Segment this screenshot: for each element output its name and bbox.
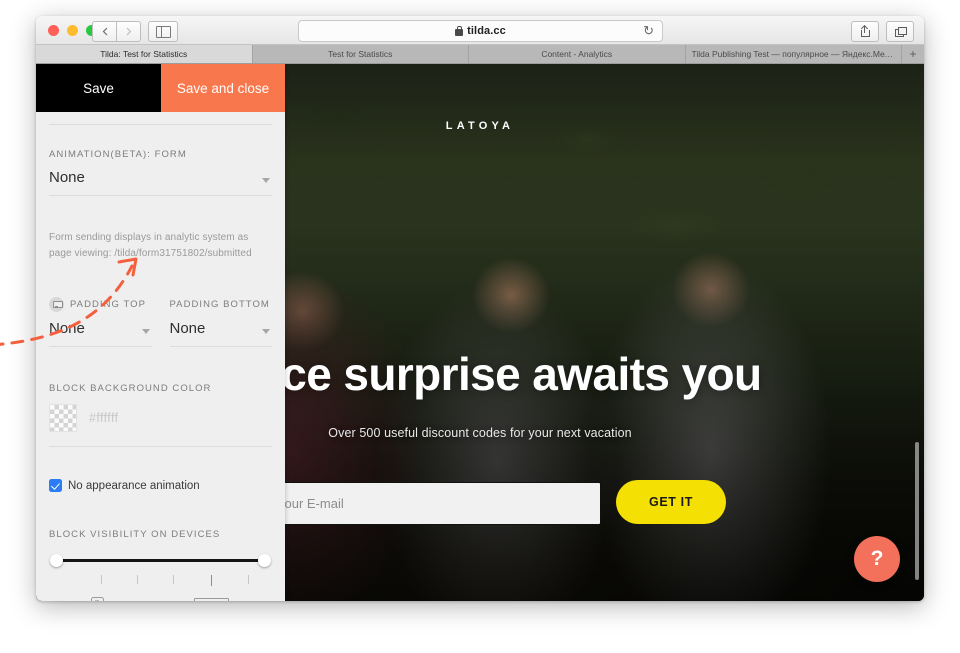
- panel-body: ANIMATION(BETA): FORM None Form sending …: [36, 124, 285, 601]
- chevron-left-icon: [102, 27, 107, 36]
- forward-button[interactable]: [116, 21, 141, 42]
- slider-track: [57, 559, 264, 562]
- chevron-right-icon: [126, 27, 131, 36]
- save-and-close-button[interactable]: Save and close: [161, 64, 285, 112]
- padding-top-field: PADDING TOP None: [49, 296, 152, 347]
- padding-top-header: PADDING TOP: [49, 296, 152, 312]
- browser-tab-label: Tilda Publishing Test — популярное — Янд…: [691, 49, 896, 59]
- no-appearance-animation-checkbox[interactable]: No appearance animation: [49, 479, 272, 492]
- padding-bottom-header: PADDING BOTTOM: [170, 297, 273, 311]
- block-settings-panel: Save Save and close ANIMATION(BETA): FOR…: [36, 64, 285, 601]
- tabs-overview-icon: [894, 26, 907, 37]
- animation-field-label: ANIMATION(BETA): FORM: [49, 149, 187, 160]
- color-swatch-row: #ffffff: [49, 404, 272, 432]
- animation-select[interactable]: None: [49, 169, 272, 196]
- new-tab-button[interactable]: +: [902, 45, 924, 63]
- browser-viewport: LATOYA Your E-mail A nice surprise await…: [36, 64, 924, 601]
- share-button[interactable]: [851, 21, 879, 42]
- reload-icon[interactable]: ↻: [643, 24, 654, 38]
- url-text: tilda.cc: [467, 25, 506, 37]
- color-swatch[interactable]: [49, 404, 77, 432]
- save-button[interactable]: Save: [36, 64, 161, 112]
- padding-bottom-label: PADDING BOTTOM: [169, 298, 270, 310]
- visibility-range-slider[interactable]: [49, 552, 272, 574]
- slider-tick: [211, 575, 212, 586]
- address-bar[interactable]: tilda.cc ↻: [298, 20, 663, 42]
- block-visibility-field: BLOCK VISIBILITY ON DEVICES: [49, 529, 272, 601]
- get-it-button[interactable]: GET IT: [616, 480, 726, 524]
- lock-icon: [455, 25, 464, 36]
- browser-tab-label: Tilda: Test for Statistics: [100, 49, 188, 59]
- no-appearance-animation-label: No appearance animation: [68, 479, 200, 492]
- help-button[interactable]: ?: [854, 536, 900, 582]
- browser-tab-label: Content - Analytics: [541, 49, 613, 59]
- device-icons-row: [49, 594, 272, 601]
- browser-window: tilda.cc ↻ Tilda: Test for Statistics Te…: [36, 16, 924, 601]
- slider-tick: [248, 575, 249, 584]
- page-scrollbar[interactable]: [915, 442, 919, 580]
- block-visibility-label: BLOCK VISIBILITY ON DEVICES: [49, 529, 221, 540]
- email-input[interactable]: Your E-mail: [250, 482, 601, 525]
- slider-handle-left[interactable]: [50, 554, 63, 567]
- padding-bottom-select[interactable]: None: [169, 320, 272, 347]
- browser-tab-2[interactable]: Test for Statistics: [252, 45, 469, 63]
- desktop-monitor-icon: [49, 296, 64, 312]
- slider-tick: [137, 575, 138, 584]
- browser-right-tools: [851, 21, 914, 42]
- block-background-color-label: BLOCK BACKGROUND COLOR: [49, 383, 212, 394]
- close-window-button[interactable]: [48, 25, 59, 36]
- sidebar-toggle-icon: [155, 25, 171, 38]
- share-icon: [860, 26, 870, 37]
- window-traffic-lights: [48, 25, 97, 36]
- form-analytics-note: Form sending displays in analytic system…: [49, 232, 252, 259]
- slider-tick: [101, 575, 102, 584]
- panel-divider: [49, 124, 272, 125]
- screenshot-stage: tilda.cc ↻ Tilda: Test for Statistics Te…: [0, 0, 960, 653]
- browser-tabstrip: Tilda: Test for Statistics Test for Stat…: [36, 45, 924, 64]
- browser-tab-4[interactable]: Tilda Publishing Test — популярное — Янд…: [685, 45, 902, 63]
- laptop-icon[interactable]: [190, 598, 232, 601]
- chevron-down-icon: [141, 329, 150, 334]
- checkbox-checked-icon: [49, 479, 62, 492]
- color-hex-input[interactable]: #ffffff: [89, 411, 118, 425]
- browser-tab-1[interactable]: Tilda: Test for Statistics: [36, 45, 253, 63]
- slider-ticks: [49, 575, 272, 587]
- chevron-down-icon: [262, 178, 270, 183]
- tabs-overview-button[interactable]: [886, 21, 914, 42]
- minimize-window-button[interactable]: [67, 25, 78, 36]
- slider-handle-right[interactable]: [258, 554, 271, 567]
- sidebar-toggle-button[interactable]: [148, 21, 178, 42]
- block-background-color-field: BLOCK BACKGROUND COLOR #ffffff: [49, 383, 272, 447]
- navigation-buttons: [92, 21, 141, 42]
- back-button[interactable]: [92, 21, 116, 42]
- animation-field: ANIMATION(BETA): FORM None: [49, 149, 272, 196]
- padding-row: PADDING TOP None PADDING BOTTOM None: [49, 296, 273, 347]
- padding-bottom-field: PADDING BOTTOM None: [169, 297, 273, 347]
- padding-top-label: PADDING TOP: [70, 298, 146, 310]
- animation-select-value: None: [49, 169, 85, 186]
- padding-top-value: None: [49, 320, 85, 337]
- browser-tab-3[interactable]: Content - Analytics: [469, 45, 686, 63]
- panel-action-bar: Save Save and close: [36, 64, 285, 112]
- slider-tick: [173, 575, 174, 584]
- padding-bottom-value: None: [169, 320, 206, 337]
- panel-divider: [49, 446, 272, 447]
- phone-icon[interactable]: [91, 597, 104, 601]
- browser-titlebar: tilda.cc ↻: [36, 16, 924, 45]
- padding-top-select[interactable]: None: [49, 320, 152, 347]
- browser-tab-label: Test for Statistics: [328, 49, 393, 59]
- chevron-down-icon: [262, 329, 270, 334]
